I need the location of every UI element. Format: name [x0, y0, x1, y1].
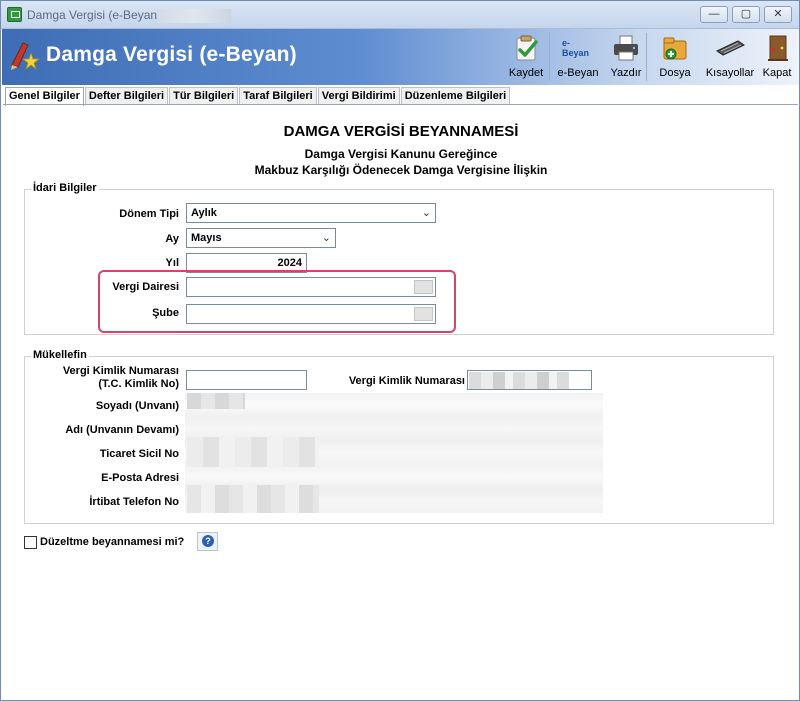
tc-kimlik-label-line1: Vergi Kimlik Numarası [62, 365, 179, 377]
duzeltme-label: Düzeltme beyannamesi mi? [40, 536, 185, 548]
chevron-down-icon: ⌄ [321, 232, 331, 244]
form-subtitle-1: Damga Vergisi Kanunu Gereğince [304, 147, 498, 161]
mukellef-label: Mükellefin [31, 349, 89, 361]
help-icon[interactable] [197, 532, 218, 551]
adi-label: Adı (Unvanın Devamı) [65, 424, 179, 436]
keyboard-icon [714, 32, 746, 64]
file-icon [659, 32, 691, 64]
redacted-title-text [157, 9, 231, 23]
redacted-soyadi [187, 393, 245, 409]
shortcuts-label: Kısayollar [705, 67, 755, 79]
idari-bilgiler-label: İdari Bilgiler [31, 182, 99, 194]
shortcuts-button[interactable]: Kısayollar [703, 29, 757, 85]
redacted-vkn [469, 372, 569, 389]
maximize-button[interactable]: ▢ [732, 6, 760, 23]
exit-door-icon [761, 32, 793, 64]
donem-tipi-select[interactable]: Aylık ⌄ [186, 203, 436, 223]
eposta-label: E-Posta Adresi [101, 472, 179, 484]
tab-taraf-bilgileri[interactable]: Taraf Bilgileri [239, 87, 317, 105]
yil-label: Yıl [165, 257, 179, 269]
form-title: DAMGA VERGİSİ BEYANNAMESİ [283, 123, 519, 140]
highlight-frame [98, 270, 456, 333]
tab-duzenleme-bilgileri[interactable]: Düzenleme Bilgileri [400, 87, 511, 105]
ay-label: Ay [165, 233, 179, 245]
save-label: Kaydet [508, 67, 544, 79]
close-button[interactable]: ✕ [764, 6, 792, 23]
tab-tur-bilgileri[interactable]: Tür Bilgileri [169, 87, 239, 105]
e-beyan-icon: e-Beyan [562, 38, 590, 58]
file-button[interactable]: Dosya [647, 29, 703, 85]
tc-kimlik-input[interactable] [186, 370, 307, 390]
header-title: Damga Vergisi (e-Beyan) [46, 43, 297, 66]
duzeltme-checkbox[interactable] [24, 536, 37, 549]
print-button[interactable]: Yazdır [606, 29, 646, 85]
redacted-ticaret [187, 437, 319, 467]
redacted-telefon [187, 485, 319, 513]
soyadi-label: Soyadı (Unvanı) [95, 400, 179, 412]
close-app-button[interactable]: Kapat [757, 29, 797, 85]
donem-tipi-label: Dönem Tipi [119, 208, 179, 220]
tc-kimlik-label-line2: (T.C. Kimlik No) [98, 378, 179, 390]
save-button[interactable]: Kaydet [503, 29, 549, 85]
toolbar: Kaydet e-Beyan e-Beyan Yazdır Dosya Kısa… [503, 29, 797, 85]
form-subtitle-2: Makbuz Karşılığı Ödenecek Damga Vergisin… [254, 163, 548, 177]
file-label: Dosya [659, 67, 691, 79]
tab-strip: Genel Bilgiler Defter Bilgileri Tür Bilg… [5, 87, 511, 106]
ay-value: Mayıs [191, 232, 222, 244]
e-beyan-label: e-Beyan [557, 67, 599, 79]
ticaret-sicil-label: Ticaret Sicil No [99, 448, 179, 460]
e-beyan-button[interactable]: e-Beyan e-Beyan [550, 29, 606, 85]
app-window: Damga Vergisi (e-Beyan) — ▢ ✕ Damga Verg… [0, 0, 800, 701]
window-title: Damga Vergisi (e-Beyan) [27, 8, 162, 22]
close-app-label: Kapat [762, 67, 792, 79]
chevron-down-icon: ⌄ [421, 207, 431, 219]
tab-divider [3, 104, 798, 105]
donem-tipi-value: Aylık [191, 207, 217, 219]
tax-stamp-logo-icon [11, 42, 41, 71]
save-check-icon [510, 32, 542, 64]
minimize-button[interactable]: — [700, 6, 728, 23]
print-label: Yazdır [610, 67, 642, 79]
tab-vergi-bildirimi[interactable]: Vergi Bildirimi [317, 87, 400, 105]
ay-select[interactable]: Mayıs ⌄ [186, 228, 336, 248]
title-bar: Damga Vergisi (e-Beyan) — ▢ ✕ [1, 1, 799, 29]
tab-defter-bilgileri[interactable]: Defter Bilgileri [84, 87, 169, 105]
printer-icon [610, 32, 642, 64]
vergi-kimlik-label: Vergi Kimlik Numarası [348, 375, 465, 387]
app-icon [7, 7, 22, 22]
irtibat-telefon-label: İrtibat Telefon No [89, 496, 179, 508]
